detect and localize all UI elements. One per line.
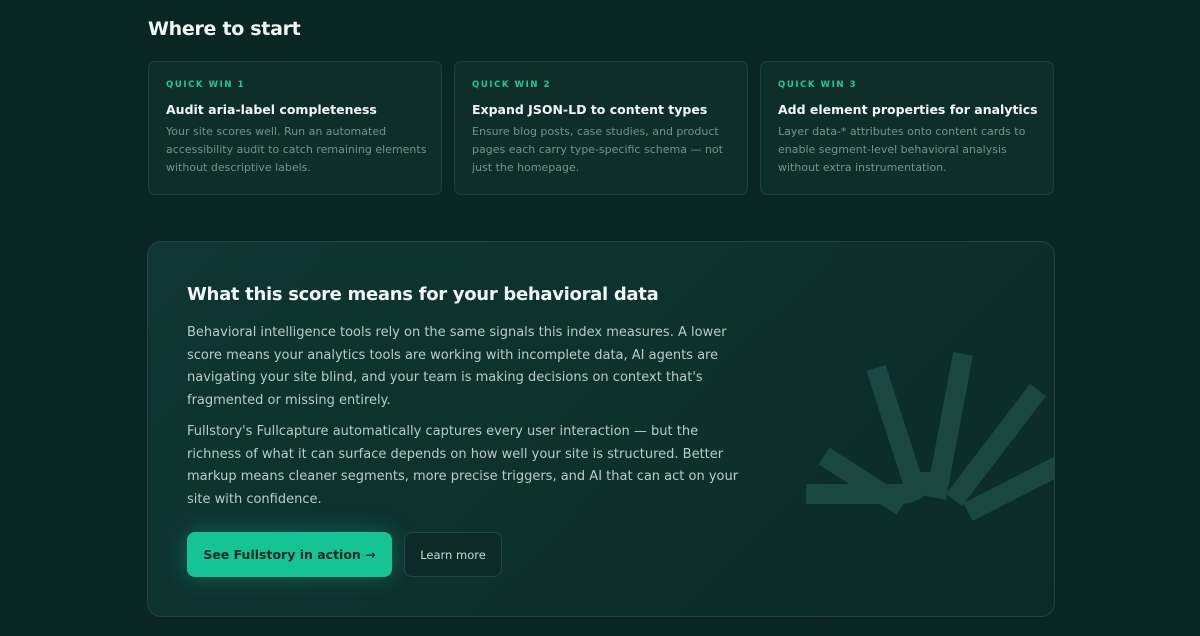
quick-win-card: QUICK WIN 3 Add element properties for a… [760,61,1054,195]
quick-win-tag: QUICK WIN 3 [778,80,858,90]
quick-win-body: Your site scores well. Run an automated … [166,125,427,174]
panel-paragraph: Fullstory's Fullcapture automatically ca… [187,424,739,507]
quick-wins-list: QUICK WIN 1 Audit aria-label completenes… [148,61,1054,195]
panel-paragraph: Behavioral intelligence tools rely on th… [187,325,727,408]
panel-title: What this score means for your behaviora… [187,284,659,305]
section-title: Where to start [148,18,301,40]
quick-win-title: Add element properties for analytics [778,102,1038,117]
quick-win-title: Expand JSON-LD to content types [472,102,708,117]
fullstory-burst-logo-icon [806,352,1054,521]
quick-win-title: Audit aria-label completeness [166,102,377,117]
quick-win-body: Layer data-* attributes onto content car… [778,125,1026,174]
quick-win-tag: QUICK WIN 2 [472,80,552,90]
learn-more-button[interactable]: Learn more [404,532,502,577]
quick-win-card: QUICK WIN 2 Expand JSON-LD to content ty… [454,61,748,195]
quick-win-tag: QUICK WIN 1 [166,80,246,90]
quick-win-card: QUICK WIN 1 Audit aria-label completenes… [148,61,442,195]
quick-win-body: Ensure blog posts, case studies, and pro… [472,125,723,174]
behavioral-data-panel: What this score means for your behaviora… [147,241,1055,617]
page: Where to start QUICK WIN 1 Audit aria-la… [0,0,1200,636]
see-fullstory-button[interactable]: See Fullstory in action → [187,532,392,577]
